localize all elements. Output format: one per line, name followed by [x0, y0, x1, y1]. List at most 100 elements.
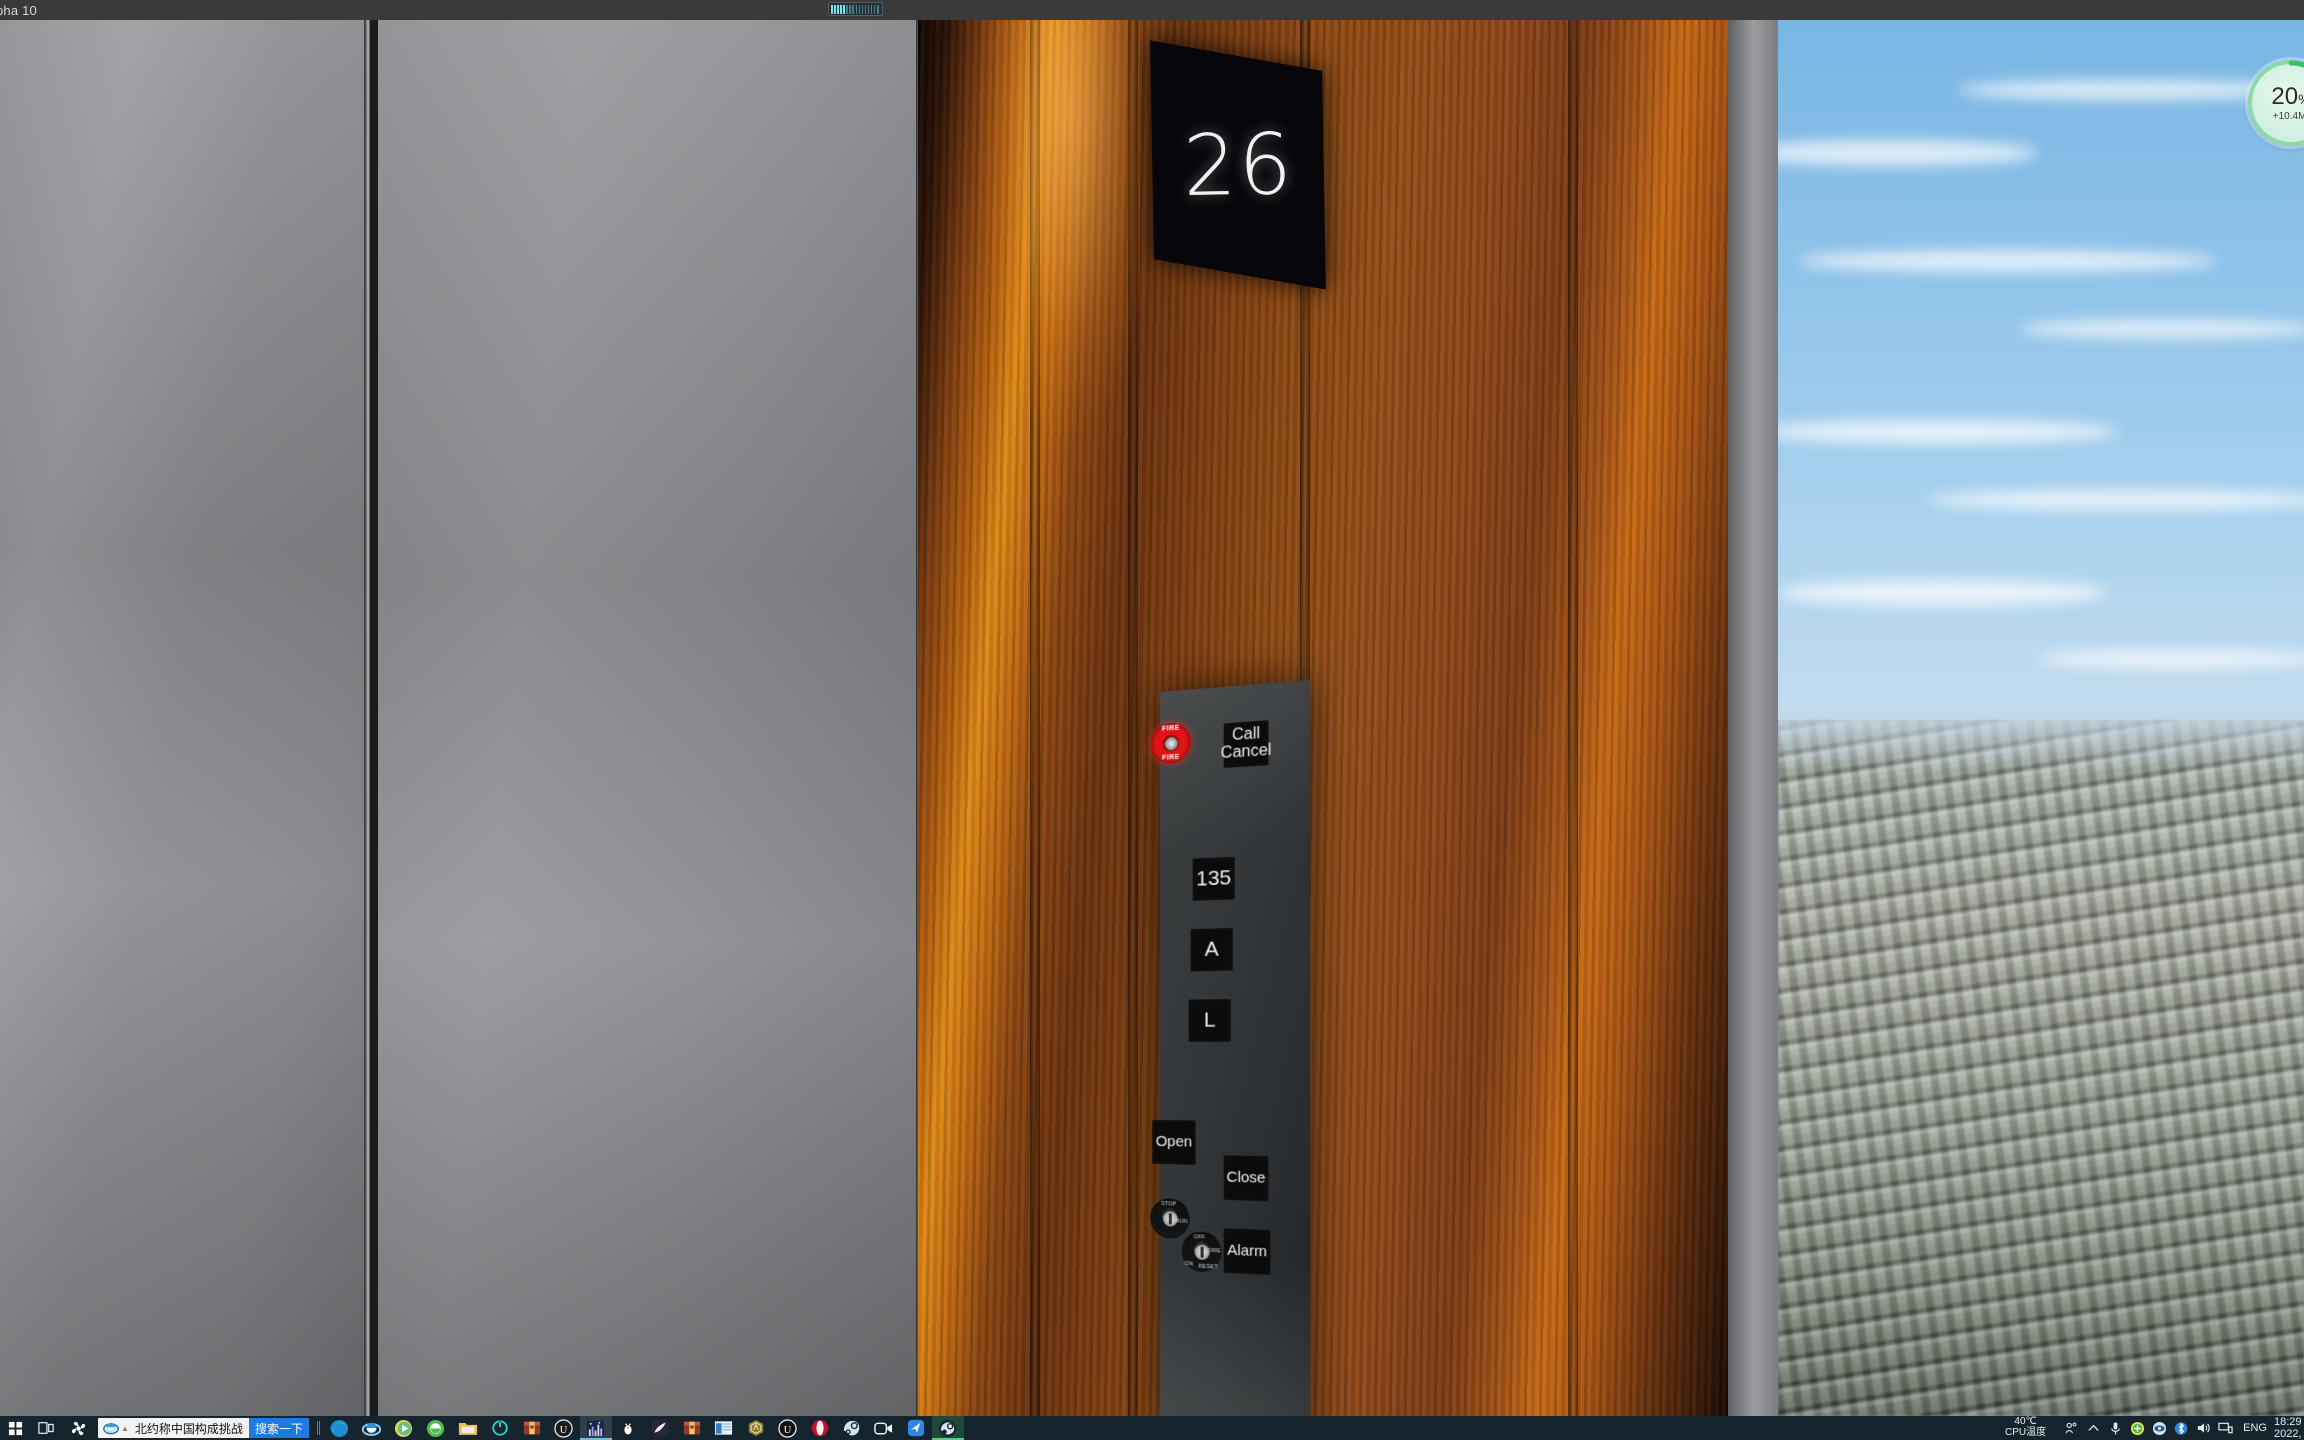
taskbar-app-hexagon[interactable] [740, 1416, 772, 1440]
taskbar-divider [317, 1421, 320, 1435]
taskbar-app-window[interactable] [708, 1416, 740, 1440]
download-progress-badge[interactable]: 20% +10.4M/ [2248, 60, 2304, 146]
volume-button[interactable] [2192, 1421, 2214, 1435]
alarm-button[interactable]: Alarm [1224, 1228, 1271, 1275]
show-hidden-icons-button[interactable] [2082, 1422, 2104, 1435]
taskbar-app-elevator-sim[interactable] [580, 1416, 612, 1440]
fire-button-label-top: FIRE [1151, 724, 1190, 734]
meter-bar [871, 5, 873, 14]
clock-time: 18:29 [2274, 1416, 2302, 1428]
meter-bar [840, 5, 842, 14]
floor-button-l-label: L [1204, 1009, 1216, 1031]
svg-text:U: U [784, 1424, 792, 1435]
meter-bar [877, 5, 879, 14]
taskbar-app-bird[interactable] [900, 1416, 932, 1440]
floor-button-l[interactable]: L [1189, 999, 1231, 1042]
input-language-indicator[interactable]: ENG [2243, 1422, 2267, 1434]
call-cancel-button[interactable]: Call Cancel [1224, 720, 1269, 768]
comet-icon [651, 1419, 669, 1437]
taskbar[interactable]: ▲ 北约称中国构成挑战 搜索一下 U U 40℃ CPU温度 ENG 18:29… [0, 1416, 2304, 1440]
weather-icon [70, 1420, 87, 1437]
taskbar-app-unreal-engine-2[interactable]: U [772, 1416, 804, 1440]
eye-blue-icon [2152, 1421, 2167, 1436]
taskbar-app-green-browser[interactable] [420, 1416, 452, 1440]
news-search-widget[interactable]: ▲ 北约称中国构成挑战 搜索一下 [98, 1418, 309, 1438]
weather-widget-button[interactable] [62, 1416, 94, 1440]
elevator-control-panel[interactable]: FIRE FIRE Call Cancel 135 A L Open Close [1160, 680, 1310, 1416]
taskbar-app-unreal-engine[interactable]: U [548, 1416, 580, 1440]
eye-app-button[interactable] [2148, 1421, 2170, 1436]
qq-icon [619, 1419, 637, 1437]
hexagon-icon [747, 1419, 765, 1437]
clock-widget[interactable]: 18:29 2022, [2274, 1416, 2304, 1440]
window-title: pha 10 [0, 3, 37, 18]
taskbar-app-steam[interactable] [836, 1416, 868, 1440]
start-icon [8, 1421, 23, 1436]
bluetooth-button[interactable] [2170, 1421, 2192, 1436]
taskbar-app-camera[interactable] [868, 1416, 900, 1440]
taskbar-app-winrar[interactable] [516, 1416, 548, 1440]
door-open-button[interactable]: Open [1152, 1120, 1195, 1165]
network-button[interactable] [2214, 1421, 2236, 1435]
cpu-temperature-widget[interactable]: 40℃ CPU温度 [2005, 1417, 2046, 1439]
news-caret-icon: ▲ [121, 1424, 129, 1433]
svg-text:U: U [560, 1424, 568, 1435]
system-tray[interactable]: 40℃ CPU温度 ENG 18:29 2022, [2005, 1416, 2304, 1440]
start-button[interactable] [0, 1416, 30, 1440]
taskbar-app-file-explorer[interactable] [452, 1416, 484, 1440]
taskbar-app-ie[interactable] [356, 1416, 388, 1440]
meter-bar [865, 5, 867, 14]
elevator-door-left-panel [0, 20, 368, 1416]
taskbar-app-steam-game[interactable] [932, 1416, 964, 1440]
unreal-engine-icon: U [554, 1419, 573, 1438]
window-icon [714, 1420, 733, 1436]
unreal-engine-icon: U [778, 1419, 797, 1438]
meter-bar [834, 5, 836, 14]
news-headline-text: 北约称中国构成挑战 [131, 1420, 249, 1437]
taskbar-app-edge[interactable] [324, 1416, 356, 1440]
microphone-button[interactable] [2104, 1421, 2126, 1436]
taskbar-app-power-tool[interactable] [484, 1416, 516, 1440]
news-search-button[interactable]: 搜索一下 [249, 1418, 309, 1438]
cpu-temperature-label: CPU温度 [2005, 1428, 2046, 1439]
taskbar-app-winrar-2[interactable] [676, 1416, 708, 1440]
taskbar-app-opera[interactable] [804, 1416, 836, 1440]
meter-bar [868, 5, 870, 14]
floor-button-135[interactable]: 135 [1193, 857, 1235, 901]
progress-ring-icon [2248, 60, 2304, 146]
task-view-icon [38, 1421, 54, 1435]
screen-root: pha 10 26 FIRE FIRE Call Cancel 135 A L … [0, 0, 2304, 1440]
folder-icon [458, 1420, 478, 1437]
fire-button-keyhole [1164, 736, 1177, 750]
door-close-button[interactable]: Close [1224, 1155, 1269, 1201]
people-button[interactable] [2060, 1421, 2082, 1435]
stop-run-key-switch[interactable]: STOP RUN [1150, 1198, 1189, 1239]
wood-groove-2 [1128, 20, 1138, 1416]
fire-service-button[interactable]: FIRE FIRE [1151, 722, 1190, 765]
floor-button-a[interactable]: A [1191, 928, 1233, 971]
taskbar-app-media-player[interactable] [388, 1416, 420, 1440]
bluetooth-icon [2174, 1421, 2188, 1436]
meter-bar [859, 5, 861, 14]
meter-bar [862, 5, 864, 14]
floor-indicator: 26 [1150, 40, 1326, 289]
title-bar-level-meter [828, 2, 883, 16]
elevator-door-seam-left [364, 20, 370, 1416]
key-switch-1-label-top: STOP [1161, 1201, 1176, 1207]
bird-icon [907, 1419, 925, 1437]
meter-bar [852, 5, 854, 14]
taskbar-app-qq[interactable] [612, 1416, 644, 1440]
media-player-icon [394, 1419, 413, 1438]
key-switch-2-label-bottom: RESET [1198, 1264, 1217, 1271]
game-viewport[interactable]: 26 FIRE FIRE Call Cancel 135 A L Open Cl… [0, 20, 2304, 1416]
key-switch-2-slot [1194, 1244, 1209, 1260]
floor-button-a-label: A [1205, 938, 1219, 961]
add-green-icon [2130, 1421, 2145, 1436]
window-title-bar: pha 10 [0, 0, 2304, 20]
camera-icon [874, 1421, 893, 1436]
fire-reset-key-switch[interactable]: OFF FIRE RESET ON [1182, 1231, 1222, 1273]
task-view-button[interactable] [30, 1416, 62, 1440]
add-button[interactable] [2126, 1421, 2148, 1436]
meter-bar [831, 5, 833, 14]
taskbar-app-comet-browser[interactable] [644, 1416, 676, 1440]
